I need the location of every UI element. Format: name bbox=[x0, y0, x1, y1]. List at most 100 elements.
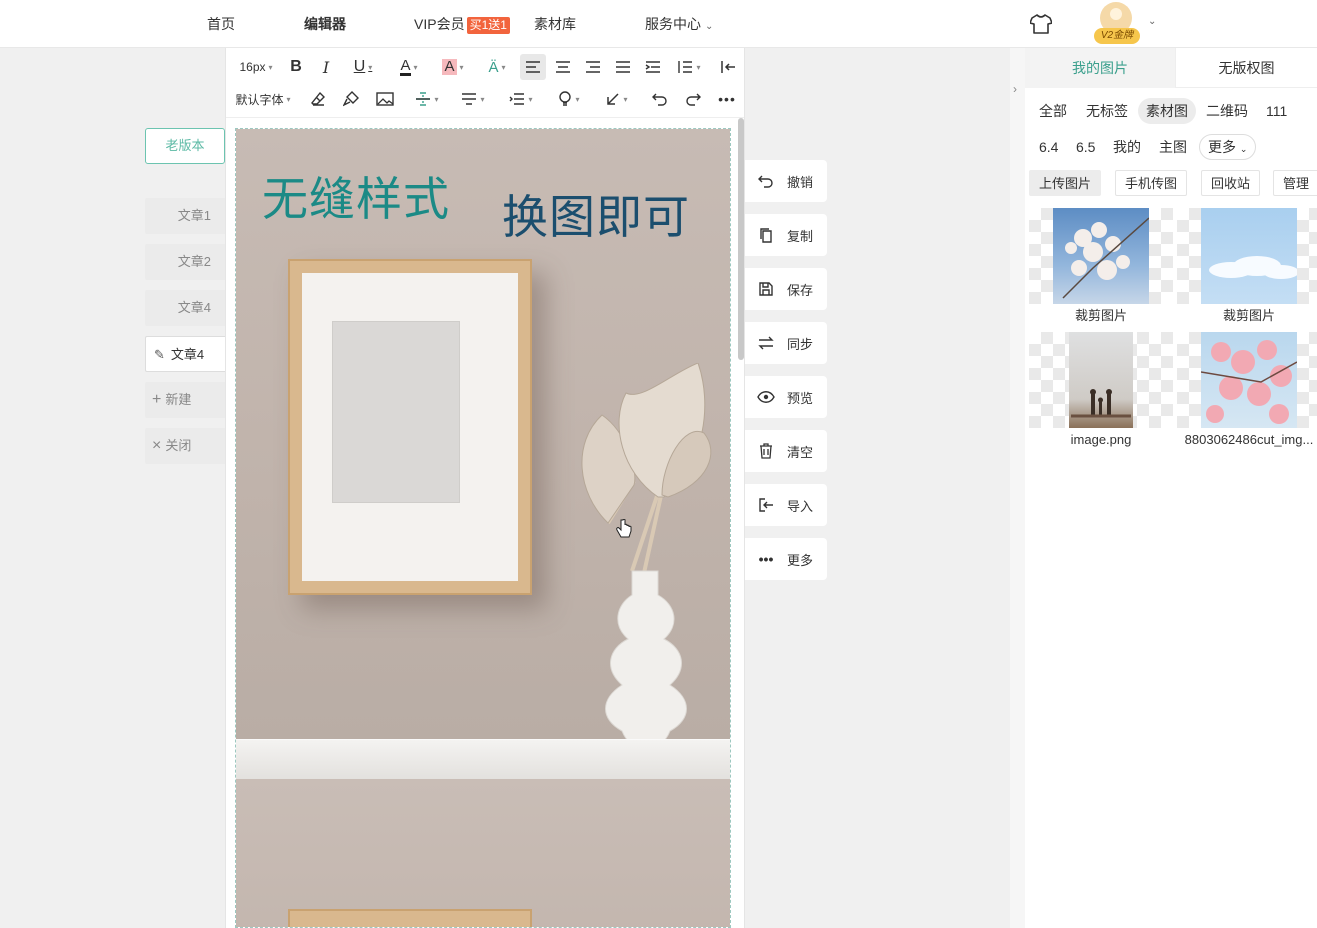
nav-vip-label: VIP会员 bbox=[414, 16, 465, 32]
align-left-icon[interactable] bbox=[520, 54, 546, 80]
line-height-icon[interactable]: ▾ bbox=[670, 54, 708, 80]
upload-image-button[interactable]: 上传图片 bbox=[1029, 170, 1102, 196]
image-caption: 裁剪图片 bbox=[1177, 304, 1317, 328]
doc-tab[interactable]: 文章2 bbox=[145, 244, 225, 280]
nav-service-center[interactable]: 服务中心 ⌄ bbox=[645, 14, 713, 34]
canvas-title-right[interactable]: 换图即可 bbox=[502, 181, 690, 247]
user-avatar[interactable]: V2金牌 bbox=[1094, 2, 1140, 44]
save-button[interactable]: 保存 bbox=[745, 268, 827, 310]
second-photo bbox=[236, 779, 730, 927]
font-family-value: 默认字体 bbox=[235, 92, 284, 107]
chevron-down-icon[interactable]: ⌄ bbox=[1148, 16, 1156, 27]
tab-copyright-free[interactable]: 无版权图 bbox=[1175, 48, 1317, 88]
editor-canvas[interactable]: 无缝样式 换图即可 bbox=[235, 128, 731, 928]
new-doc-button[interactable]: + 新建 bbox=[145, 382, 225, 418]
phone-upload-button[interactable]: 手机传图 bbox=[1115, 170, 1188, 196]
filter-mine[interactable]: 我的 bbox=[1105, 134, 1149, 160]
family-walking-image bbox=[1069, 332, 1133, 428]
nav-vip[interactable]: VIP会员 买1送1 bbox=[414, 14, 510, 34]
paragraph-spacing-icon[interactable]: ▾ bbox=[502, 86, 540, 112]
filter-material[interactable]: 素材图 bbox=[1138, 98, 1196, 124]
undo-icon bbox=[757, 172, 775, 190]
font-size-value: 16px bbox=[239, 60, 266, 74]
import-button[interactable]: 导入 bbox=[745, 484, 827, 526]
format-painter-icon[interactable] bbox=[339, 86, 363, 112]
image-thumbnail[interactable]: 裁剪图片 bbox=[1029, 208, 1173, 328]
old-version-button[interactable]: 老版本 bbox=[145, 128, 225, 164]
divider-icon[interactable]: ▾ bbox=[454, 86, 492, 112]
editor-scrollbar[interactable] bbox=[738, 118, 744, 360]
import-icon bbox=[757, 496, 775, 514]
font-size-select[interactable]: 16px ▾ bbox=[232, 54, 280, 80]
edit-icon: ✎ bbox=[154, 347, 165, 362]
image-thumbnail[interactable]: 8803062486cut_img... bbox=[1177, 332, 1317, 452]
redo-icon[interactable] bbox=[681, 86, 705, 112]
highlight-color-icon[interactable]: A ▾ bbox=[434, 54, 472, 80]
copy-button[interactable]: 复制 bbox=[745, 214, 827, 256]
manage-button[interactable]: 管理 bbox=[1273, 170, 1317, 196]
font-color-icon[interactable]: A ▾ bbox=[390, 54, 428, 80]
doc-tab[interactable]: 文章1 bbox=[145, 198, 225, 234]
align-center-icon[interactable] bbox=[550, 54, 576, 80]
editor-toolbar: 16px ▾ B I U ▾ A ▾ A ▾ Ä ▾ ▾ 默认字体 ▾ ▾ ▾ ▾ ▾ ▾ … bbox=[226, 48, 744, 118]
sync-label: 同步 bbox=[787, 336, 814, 352]
arrow-down-left-icon[interactable]: ▾ bbox=[598, 86, 636, 112]
preview-button[interactable]: 预览 bbox=[745, 376, 827, 418]
sync-icon bbox=[757, 334, 775, 352]
filter-all[interactable]: 全部 bbox=[1031, 98, 1075, 124]
exit-icon[interactable] bbox=[716, 54, 740, 80]
image-thumbnail[interactable]: 裁剪图片 bbox=[1177, 208, 1317, 328]
align-right-icon[interactable] bbox=[580, 54, 606, 80]
canvas-title-left[interactable]: 无缝样式 bbox=[262, 163, 450, 229]
spacing-icon[interactable]: ▾ bbox=[408, 86, 446, 112]
filter-main-image[interactable]: 主图 bbox=[1151, 134, 1195, 160]
more-options-icon[interactable]: ••• bbox=[714, 86, 740, 112]
eraser-icon[interactable] bbox=[306, 86, 330, 112]
doc-tab-label: 文章4 bbox=[170, 347, 205, 362]
more-button[interactable]: ••• 更多 bbox=[745, 538, 827, 580]
recycle-bin-button[interactable]: 回收站 bbox=[1201, 170, 1261, 196]
more-dots-icon: ••• bbox=[758, 551, 774, 567]
filter-untagged[interactable]: 无标签 bbox=[1078, 98, 1136, 124]
image-thumbnail[interactable]: image.png bbox=[1029, 332, 1173, 452]
underline-icon[interactable]: U ▾ bbox=[344, 54, 382, 80]
nav-editor[interactable]: 编辑器 bbox=[304, 14, 346, 34]
undo-button[interactable]: 撤销 bbox=[745, 160, 827, 202]
justify-icon[interactable] bbox=[610, 54, 636, 80]
filter-6-5[interactable]: 6.5 bbox=[1068, 134, 1103, 160]
filter-111[interactable]: 111 bbox=[1258, 98, 1295, 124]
filter-more[interactable]: 更多 ⌄ bbox=[1199, 134, 1257, 160]
right-panel-collapse-toggle[interactable]: › bbox=[1010, 48, 1026, 928]
filter-qrcode[interactable]: 二维码 bbox=[1198, 98, 1256, 124]
indent-icon[interactable] bbox=[640, 54, 666, 80]
doc-tab-active[interactable]: ✎ 文章4 bbox=[145, 336, 225, 372]
tshirt-icon[interactable] bbox=[1030, 14, 1052, 34]
close-doc-button[interactable]: × 关闭 bbox=[145, 428, 225, 464]
picture-frame bbox=[288, 259, 532, 595]
chevron-right-icon: › bbox=[1013, 82, 1017, 96]
save-icon bbox=[757, 280, 775, 298]
clear-button[interactable]: 清空 bbox=[745, 430, 827, 472]
italic-icon[interactable]: I bbox=[314, 54, 338, 80]
image-tabs: 我的图片 无版权图 bbox=[1025, 48, 1317, 88]
text-effect-icon[interactable]: Ä ▾ bbox=[478, 54, 516, 80]
doc-tab[interactable]: 文章4 bbox=[145, 290, 225, 326]
image-library-panel: 我的图片 无版权图 全部 无标签 素材图 二维码 111 6.4 6.5 我的 … bbox=[1025, 48, 1317, 928]
nav-home[interactable]: 首页 bbox=[207, 14, 235, 34]
copy-icon bbox=[757, 226, 775, 244]
sync-button[interactable]: 同步 bbox=[745, 322, 827, 364]
chevron-down-icon: ⌄ bbox=[1239, 144, 1248, 154]
close-doc-label: 关闭 bbox=[165, 438, 192, 453]
nav-library[interactable]: 素材库 bbox=[534, 14, 576, 34]
preview-label: 预览 bbox=[787, 390, 814, 406]
undo-icon[interactable] bbox=[648, 86, 672, 112]
new-doc-label: 新建 bbox=[165, 392, 192, 407]
font-family-select[interactable]: 默认字体 ▾ bbox=[232, 86, 294, 112]
tab-my-images[interactable]: 我的图片 bbox=[1025, 48, 1175, 88]
image-icon[interactable] bbox=[373, 86, 397, 112]
filter-6-4[interactable]: 6.4 bbox=[1031, 134, 1066, 160]
bold-icon[interactable]: B bbox=[284, 54, 308, 80]
vip-promo-badge: 买1送1 bbox=[466, 17, 510, 34]
undo-label: 撤销 bbox=[787, 174, 814, 190]
lightbulb-icon[interactable]: ▾ bbox=[550, 86, 588, 112]
